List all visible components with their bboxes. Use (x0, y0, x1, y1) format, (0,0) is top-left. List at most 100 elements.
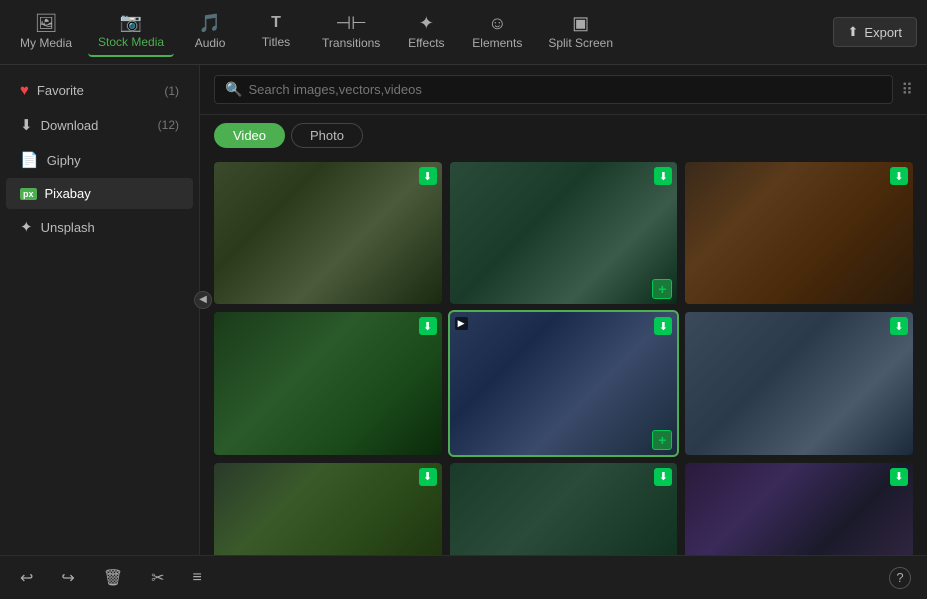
sidebar-giphy-label: Giphy (47, 153, 179, 168)
my-media-icon: 🖼 (35, 14, 58, 32)
nav-my-media-label: My Media (20, 36, 72, 50)
thumb-overlay-7: ⬇ (214, 463, 442, 555)
thumb-overlay-9: ⬇ (685, 463, 913, 555)
nav-audio[interactable]: 🎵 Audio (180, 8, 240, 56)
sidebar-unsplash-label: Unsplash (41, 220, 179, 235)
cut-button[interactable]: ✂ (147, 564, 168, 592)
nav-split-screen[interactable]: ▣ Split Screen (538, 8, 623, 56)
pixabay-icon: px (20, 188, 37, 200)
search-bar: 🔍 ⠿ (200, 65, 927, 115)
nav-transitions[interactable]: ⊣⊢ Transitions (312, 8, 390, 56)
nav-stock-media-label: Stock Media (98, 35, 164, 49)
media-thumb-9[interactable]: ⬇ (685, 463, 913, 555)
split-screen-icon: ▣ (572, 14, 589, 32)
search-input-wrap: 🔍 (214, 75, 893, 104)
download-btn-2[interactable]: ⬇ (654, 167, 672, 185)
nav-stock-media[interactable]: 📷 Stock Media (88, 7, 174, 57)
sidebar-item-giphy[interactable]: 📄 Giphy (6, 143, 193, 177)
download-btn-9[interactable]: ⬇ (890, 468, 908, 486)
thumb-top-5: ▶ ⬇ (455, 317, 673, 335)
nav-transitions-label: Transitions (322, 36, 380, 50)
download-btn-5[interactable]: ⬇ (654, 317, 672, 335)
nav-titles-label: Titles (262, 35, 290, 49)
favorite-icon: ♥ (20, 82, 29, 99)
titles-icon: T (271, 15, 281, 31)
audio-icon: 🎵 (199, 14, 221, 32)
media-thumb-7[interactable]: ⬇ (214, 463, 442, 555)
thumb-top-2: ⬇ (455, 167, 673, 185)
download-btn-4[interactable]: ⬇ (419, 317, 437, 335)
nav-effects[interactable]: ✦ Effects (396, 8, 456, 56)
sidebar-item-favorite[interactable]: ♥ Favorite (1) (6, 74, 193, 107)
main-area: ♥ Favorite (1) ⬇ Download (12) 📄 Giphy p… (0, 65, 927, 555)
sidebar-favorite-count: (1) (164, 84, 179, 98)
sidebar-favorite-label: Favorite (37, 83, 156, 98)
list-button[interactable]: ≡ (189, 565, 206, 591)
thumb-top-4: ⬇ (219, 317, 437, 335)
nav-titles[interactable]: T Titles (246, 9, 306, 55)
content-area: 🔍 ⠿ Video Photo ⬇ (200, 65, 927, 555)
media-thumb-5[interactable]: ▶ ⬇ + (450, 312, 678, 454)
grid-view-icon[interactable]: ⠿ (901, 80, 913, 100)
media-grid-wrapper: ⬇ ⬇ + (200, 156, 927, 555)
top-nav: 🖼 My Media 📷 Stock Media 🎵 Audio T Title… (0, 0, 927, 65)
export-button[interactable]: ⬆ Export (833, 17, 917, 47)
download-btn-7[interactable]: ⬇ (419, 468, 437, 486)
thumb-overlay-1: ⬇ (214, 162, 442, 304)
sidebar-download-label: Download (41, 118, 150, 133)
delete-button[interactable]: 🗑 (99, 564, 127, 592)
download-btn-6[interactable]: ⬇ (890, 317, 908, 335)
thumb-top-6: ⬇ (690, 317, 908, 335)
sidebar-collapse-button[interactable]: ◀ (194, 291, 212, 309)
download-btn-8[interactable]: ⬇ (654, 468, 672, 486)
sidebar-item-pixabay[interactable]: px Pixabay (6, 178, 193, 209)
media-thumb-1[interactable]: ⬇ (214, 162, 442, 304)
thumb-overlay-6: ⬇ (685, 312, 913, 454)
thumb-overlay-4: ⬇ (214, 312, 442, 454)
bottom-toolbar: ↩ ↪ 🗑 ✂ ≡ ? (0, 555, 927, 599)
transitions-icon: ⊣⊢ (335, 14, 366, 32)
media-thumb-8[interactable]: ⬇ (450, 463, 678, 555)
thumb-top-1: ⬇ (219, 167, 437, 185)
nav-audio-label: Audio (195, 36, 226, 50)
sidebar: ♥ Favorite (1) ⬇ Download (12) 📄 Giphy p… (0, 65, 200, 555)
tab-video[interactable]: Video (214, 123, 285, 148)
thumb-bottom-5: + (455, 430, 673, 450)
sidebar-item-unsplash[interactable]: ✦ Unsplash (6, 210, 193, 244)
media-thumb-2[interactable]: ⬇ + (450, 162, 678, 304)
sidebar-pixabay-label: Pixabay (45, 186, 179, 201)
media-thumb-3[interactable]: ⬇ (685, 162, 913, 304)
add-btn-2[interactable]: + (652, 279, 672, 299)
giphy-icon: 📄 (20, 151, 39, 169)
search-input[interactable] (248, 82, 882, 97)
add-btn-5[interactable]: + (652, 430, 672, 450)
tab-bar: Video Photo (200, 115, 927, 156)
nav-elements-label: Elements (472, 36, 522, 50)
thumb-top-7: ⬇ (219, 468, 437, 486)
sidebar-item-download[interactable]: ⬇ Download (12) (6, 108, 193, 142)
export-label: Export (864, 25, 902, 40)
help-button[interactable]: ? (889, 567, 911, 589)
elements-icon: ☺ (488, 14, 506, 32)
thumb-top-9: ⬇ (690, 468, 908, 486)
nav-elements[interactable]: ☺ Elements (462, 8, 532, 56)
redo-button[interactable]: ↪ (57, 564, 78, 592)
thumb-overlay-2: ⬇ + (450, 162, 678, 304)
media-thumb-6[interactable]: ⬇ (685, 312, 913, 454)
effects-icon: ✦ (419, 14, 434, 32)
nav-split-screen-label: Split Screen (548, 36, 613, 50)
video-badge-5: ▶ (455, 317, 468, 330)
download-icon: ⬇ (20, 116, 33, 134)
thumb-overlay-8: ⬇ (450, 463, 678, 555)
download-btn-3[interactable]: ⬇ (890, 167, 908, 185)
media-grid: ⬇ ⬇ + (214, 162, 913, 555)
thumb-bottom-2: + (455, 279, 673, 299)
download-btn-1[interactable]: ⬇ (419, 167, 437, 185)
unsplash-icon: ✦ (20, 218, 33, 236)
nav-my-media[interactable]: 🖼 My Media (10, 8, 82, 56)
media-thumb-4[interactable]: ⬇ (214, 312, 442, 454)
export-icon: ⬆ (848, 24, 859, 40)
undo-button[interactable]: ↩ (16, 564, 37, 592)
thumb-top-8: ⬇ (455, 468, 673, 486)
tab-photo[interactable]: Photo (291, 123, 363, 148)
